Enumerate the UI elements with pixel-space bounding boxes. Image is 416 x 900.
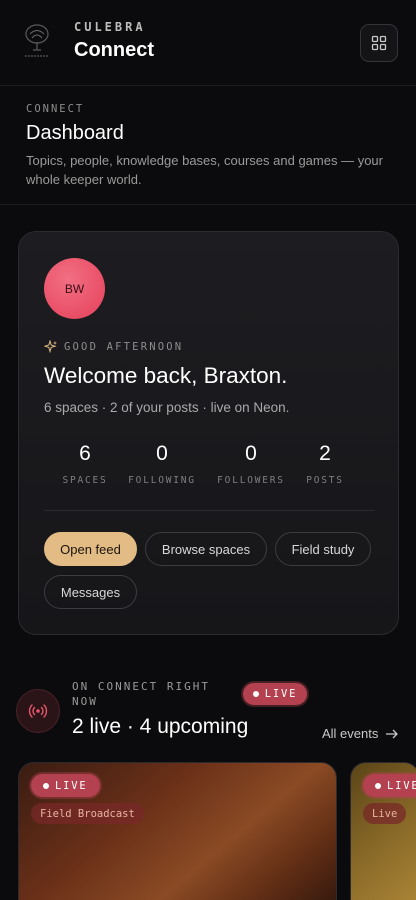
all-events-link[interactable]: All events (322, 726, 399, 741)
broadcast-signal-icon (28, 704, 48, 718)
event-count: 2 live · 4 upcoming (72, 715, 249, 738)
stat-posts[interactable]: 2 POSTS (280, 442, 370, 486)
event-card[interactable]: LIVE Live (350, 762, 416, 900)
welcome-subline: 6 spaces · 2 of your posts · live on Neo… (44, 400, 290, 415)
avatar[interactable]: BW (44, 258, 105, 319)
page-title: Dashboard (26, 122, 124, 144)
broadcast-icon (16, 689, 60, 733)
all-events-label: All events (322, 726, 379, 741)
event-status: LIVE (55, 779, 88, 792)
live-badge: LIVE (243, 683, 307, 705)
stat-label: POSTS (306, 475, 344, 486)
section-kicker: ON CONNECT RIGHT NOW (72, 680, 210, 708)
event-status: LIVE (387, 779, 416, 792)
arrow-right-icon (386, 729, 399, 738)
event-tag: Field Broadcast (31, 803, 144, 824)
browse-spaces-button[interactable]: Browse spaces (145, 532, 267, 566)
live-dot-icon (375, 782, 381, 789)
welcome-card: BW GOOD AFTERNOON Welcome back, Braxton.… (18, 231, 399, 635)
open-feed-button[interactable]: Open feed (44, 532, 137, 566)
field-study-button[interactable]: Field study (275, 532, 371, 566)
live-dot-icon (43, 782, 49, 789)
event-card[interactable]: LIVE Field Broadcast (18, 762, 337, 900)
page-description: Topics, people, knowledge bases, courses… (26, 153, 383, 187)
section-divider (0, 204, 416, 205)
breadcrumb: CONNECT (26, 103, 85, 115)
stat-following[interactable]: 0 FOLLOWING (117, 442, 207, 486)
app-title: Connect (74, 39, 154, 61)
event-tag: Live (363, 803, 407, 824)
messages-button[interactable]: Messages (44, 575, 137, 609)
stat-value: 2 (319, 442, 331, 465)
live-dot-icon (252, 691, 259, 697)
welcome-title: Welcome back, Braxton. (44, 363, 288, 388)
greeting-row: GOOD AFTERNOON (44, 340, 183, 354)
live-badge: LIVE (31, 774, 100, 797)
live-badge: LIVE (363, 774, 416, 797)
brand-name: CULEBRA (74, 20, 146, 34)
card-divider (44, 510, 375, 511)
app-header: CULEBRA Connect (0, 0, 416, 86)
grid-icon (371, 35, 387, 51)
menu-button[interactable] (360, 24, 398, 62)
culebra-logo-icon (25, 24, 49, 57)
stat-label: FOLLOWING (128, 475, 196, 486)
sparkle-icon (44, 340, 57, 354)
stat-value: 0 (156, 442, 168, 465)
live-badge-label: LIVE (264, 688, 298, 700)
stats-row: 6 SPACES 0 FOLLOWING 0 FOLLOWERS 2 POSTS (37, 442, 382, 492)
greeting-label: GOOD AFTERNOON (64, 341, 184, 353)
